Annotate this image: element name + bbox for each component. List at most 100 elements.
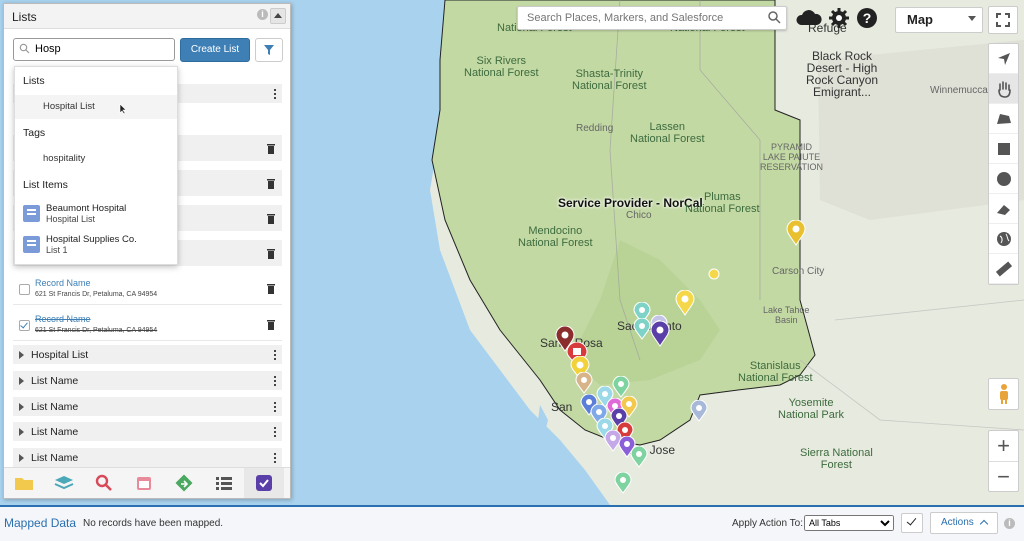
pan-tool[interactable] <box>989 74 1018 104</box>
tab-folders[interactable] <box>4 468 44 498</box>
info-icon[interactable]: i <box>1004 518 1015 529</box>
locate-tool[interactable] <box>989 44 1018 74</box>
list-group[interactable]: List Name <box>13 422 282 441</box>
cursor-icon <box>119 103 127 115</box>
record-checkbox[interactable] <box>19 284 30 295</box>
map-marker[interactable] <box>633 318 651 340</box>
map-search-bar[interactable] <box>517 6 787 30</box>
trash-icon[interactable] <box>266 213 276 224</box>
list-group-hospital[interactable]: Hospital List <box>13 345 282 364</box>
map-marker[interactable] <box>612 376 630 398</box>
trash-icon[interactable] <box>266 283 276 294</box>
actions-button[interactable]: Actions <box>930 512 998 534</box>
more-options-icon[interactable] <box>274 427 276 439</box>
tab-checkbox[interactable] <box>244 468 284 498</box>
map-marker[interactable] <box>575 372 593 394</box>
map-top-icons: ? <box>796 7 878 29</box>
list-group[interactable]: List Name <box>13 448 282 467</box>
polygon-icon <box>996 113 1011 124</box>
list-group[interactable]: List Name <box>13 371 282 390</box>
measure-tool[interactable] <box>989 254 1018 284</box>
list-search-field[interactable] <box>13 38 175 61</box>
map-marker[interactable] <box>786 220 806 246</box>
confirm-button[interactable] <box>901 513 923 533</box>
map-type-select[interactable]: Map <box>895 7 983 33</box>
cloud-icon[interactable] <box>796 8 822 28</box>
expand-icon <box>19 351 24 359</box>
more-options-icon[interactable] <box>274 89 276 101</box>
more-options-icon[interactable] <box>274 376 276 388</box>
folder-icon <box>15 478 33 490</box>
record-address: 621 St Francis Dr, Petaluma, CA 94954 <box>35 291 158 298</box>
info-icon[interactable]: i <box>257 9 268 20</box>
expand-icon <box>19 403 24 411</box>
lists-panel: Lists i Create List Record Name 621 St F… <box>3 3 291 499</box>
ruler-icon <box>995 261 1012 276</box>
collapse-panel-button[interactable] <box>270 8 286 24</box>
filter-icon <box>264 45 274 55</box>
map-marker[interactable] <box>614 472 632 494</box>
street-view-button[interactable] <box>988 378 1019 410</box>
rectangle-tool[interactable] <box>989 134 1018 164</box>
tab-search[interactable] <box>84 468 124 498</box>
map-label-yosemite: Yosemite National Park <box>778 397 845 421</box>
tab-list[interactable] <box>204 468 244 498</box>
map-label-sierra: Sierra National Forest <box>800 447 873 471</box>
help-icon[interactable]: ? <box>856 7 878 29</box>
map-marker[interactable] <box>675 290 695 316</box>
zoom-controls: + − <box>988 430 1019 492</box>
record-row[interactable]: Record Name 621 St Francis Dr, Petaluma,… <box>13 274 282 305</box>
suggestion-item-name: Hospital Supplies Co. <box>46 234 137 245</box>
circle-tool[interactable] <box>989 164 1018 194</box>
record-checkbox[interactable] <box>19 320 30 331</box>
settings-icon[interactable] <box>828 7 850 29</box>
fullscreen-button[interactable] <box>988 6 1018 34</box>
tab-calendar[interactable] <box>124 468 164 498</box>
more-options-icon[interactable] <box>274 453 276 465</box>
map-search-input[interactable] <box>525 7 769 29</box>
eraser-tool[interactable] <box>989 194 1018 224</box>
map-marker[interactable] <box>630 446 648 468</box>
suggestion-heading-items: List Items <box>23 179 68 191</box>
record-name[interactable]: Record Name <box>35 278 91 288</box>
zoom-in-button[interactable]: + <box>989 431 1018 462</box>
trash-icon[interactable] <box>266 178 276 189</box>
list-item-icon <box>23 205 40 222</box>
trash-icon[interactable] <box>266 248 276 259</box>
search-icon[interactable] <box>767 10 781 24</box>
more-options-icon[interactable] <box>274 402 276 414</box>
suggestion-item[interactable]: Beaumont Hospital Hospital List <box>23 201 173 229</box>
tab-layers[interactable] <box>44 468 84 498</box>
map-tools <box>988 43 1019 285</box>
route-icon <box>175 474 193 492</box>
pegman-icon <box>999 384 1008 404</box>
suggestion-list-option[interactable]: Hospital List <box>15 95 177 119</box>
map-type-value: Map <box>907 12 933 27</box>
map-label-lassen: Lassen National Forest <box>630 121 705 145</box>
list-group-label: List Name <box>31 426 79 438</box>
map-marker[interactable] <box>708 268 720 280</box>
apply-action-select[interactable]: All Tabs <box>804 515 894 531</box>
record-address: 621 St Francis Dr, Petaluma, CA 94954 <box>35 327 158 334</box>
suggestion-item[interactable]: Hospital Supplies Co. List 1 <box>23 232 173 260</box>
more-options-icon[interactable] <box>274 350 276 362</box>
record-row[interactable]: Record Name 621 St Francis Dr, Petaluma,… <box>13 310 282 341</box>
zoom-out-button[interactable]: − <box>989 462 1018 492</box>
map-marker[interactable] <box>650 321 670 347</box>
trash-icon[interactable] <box>266 319 276 330</box>
trash-icon[interactable] <box>266 143 276 154</box>
create-list-button[interactable]: Create List <box>180 38 250 62</box>
list-search-input[interactable] <box>33 42 167 56</box>
tab-routes[interactable] <box>164 468 204 498</box>
list-icon <box>216 477 232 490</box>
suggestion-tag-option[interactable]: hospitality <box>15 147 177 171</box>
list-group[interactable]: List Name <box>13 397 282 416</box>
polygon-tool[interactable] <box>989 104 1018 134</box>
map-marker[interactable] <box>690 400 708 422</box>
record-name[interactable]: Record Name <box>35 314 91 324</box>
mapped-data-title[interactable]: Mapped Data <box>4 516 76 530</box>
filter-button[interactable] <box>255 38 283 62</box>
circle-icon <box>996 171 1011 186</box>
globe-tool[interactable] <box>989 224 1018 254</box>
map-label-stanislaus: Stanislaus National Forest <box>738 360 813 384</box>
